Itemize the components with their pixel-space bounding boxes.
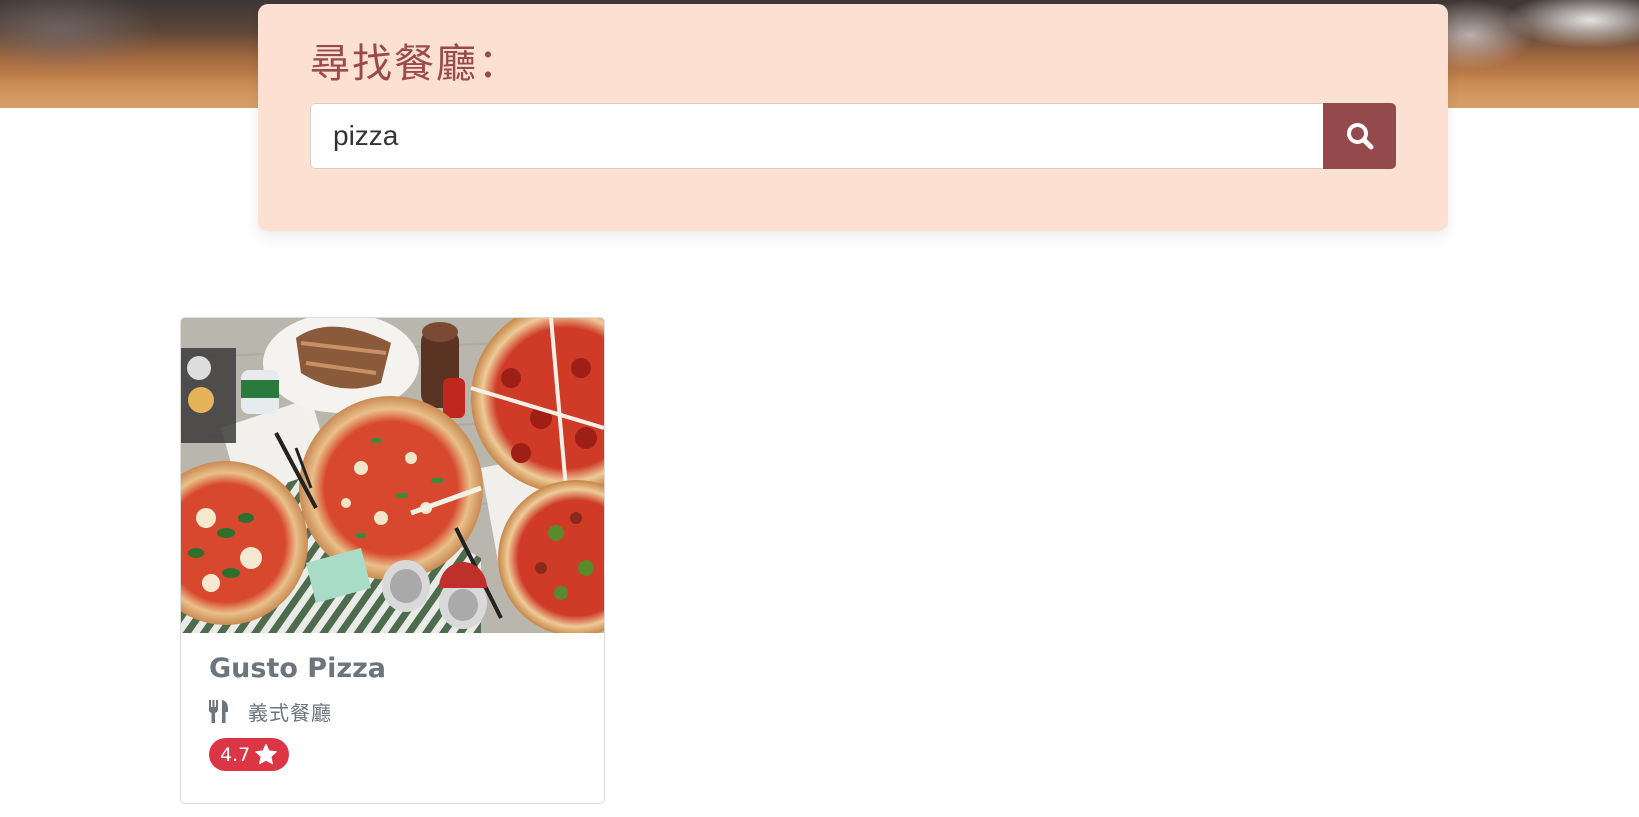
restaurant-card[interactable]: Gusto Pizza 義式餐廳 4.7 (180, 317, 605, 804)
star-icon (255, 744, 277, 765)
rating-value: 4.7 (220, 743, 251, 766)
restaurant-name: Gusto Pizza (209, 653, 387, 684)
search-button[interactable] (1323, 103, 1396, 169)
restaurant-image (181, 318, 604, 633)
rating-badge: 4.7 (209, 738, 290, 771)
utensils-icon (209, 700, 228, 723)
search-input[interactable] (310, 103, 1323, 169)
search-title: 尋找餐廳： (310, 41, 520, 87)
search-panel: 尋找餐廳： (258, 4, 1448, 231)
search-form (310, 103, 1396, 169)
search-icon (1346, 123, 1373, 150)
category-label: 義式餐廳 (248, 701, 332, 725)
restaurant-category: 義式餐廳 (209, 697, 332, 726)
